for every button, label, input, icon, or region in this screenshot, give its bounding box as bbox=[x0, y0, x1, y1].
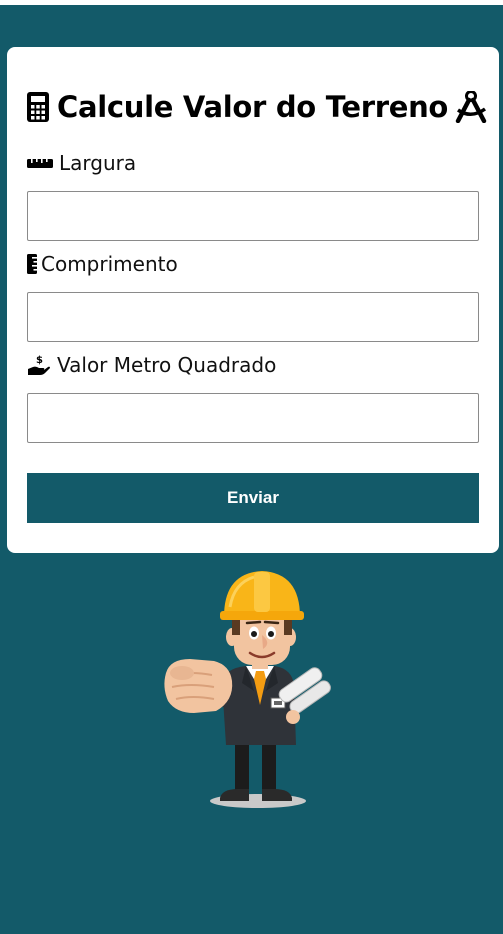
price-per-sqm-label: $ Valor Metro Quadrado bbox=[27, 353, 276, 377]
hand-holding-usd-icon: $ bbox=[27, 354, 51, 376]
ruler-horizontal-icon bbox=[27, 157, 53, 169]
svg-text:$: $ bbox=[36, 355, 43, 366]
ruler-vertical-icon bbox=[27, 254, 37, 274]
length-label-text: Comprimento bbox=[41, 252, 178, 276]
width-label: Largura bbox=[27, 151, 136, 175]
width-label-text: Largura bbox=[59, 151, 137, 175]
calculator-icon bbox=[27, 92, 49, 122]
submit-button[interactable]: Enviar bbox=[27, 473, 479, 523]
width-input[interactable] bbox=[27, 191, 479, 241]
drafting-compass-icon bbox=[454, 91, 488, 123]
length-label: Comprimento bbox=[27, 252, 178, 276]
page-title: Calcule Valor do Terreno bbox=[27, 90, 487, 124]
engineer-mascot-illustration bbox=[164, 571, 331, 808]
price-per-sqm-input[interactable] bbox=[27, 393, 479, 443]
form-card: Calcule Valor do Terreno Largura Comprim… bbox=[7, 47, 499, 553]
top-bar bbox=[0, 0, 503, 5]
length-input[interactable] bbox=[27, 292, 479, 342]
title-text: Calcule Valor do Terreno bbox=[57, 90, 449, 124]
price-per-sqm-label-text: Valor Metro Quadrado bbox=[57, 353, 277, 377]
